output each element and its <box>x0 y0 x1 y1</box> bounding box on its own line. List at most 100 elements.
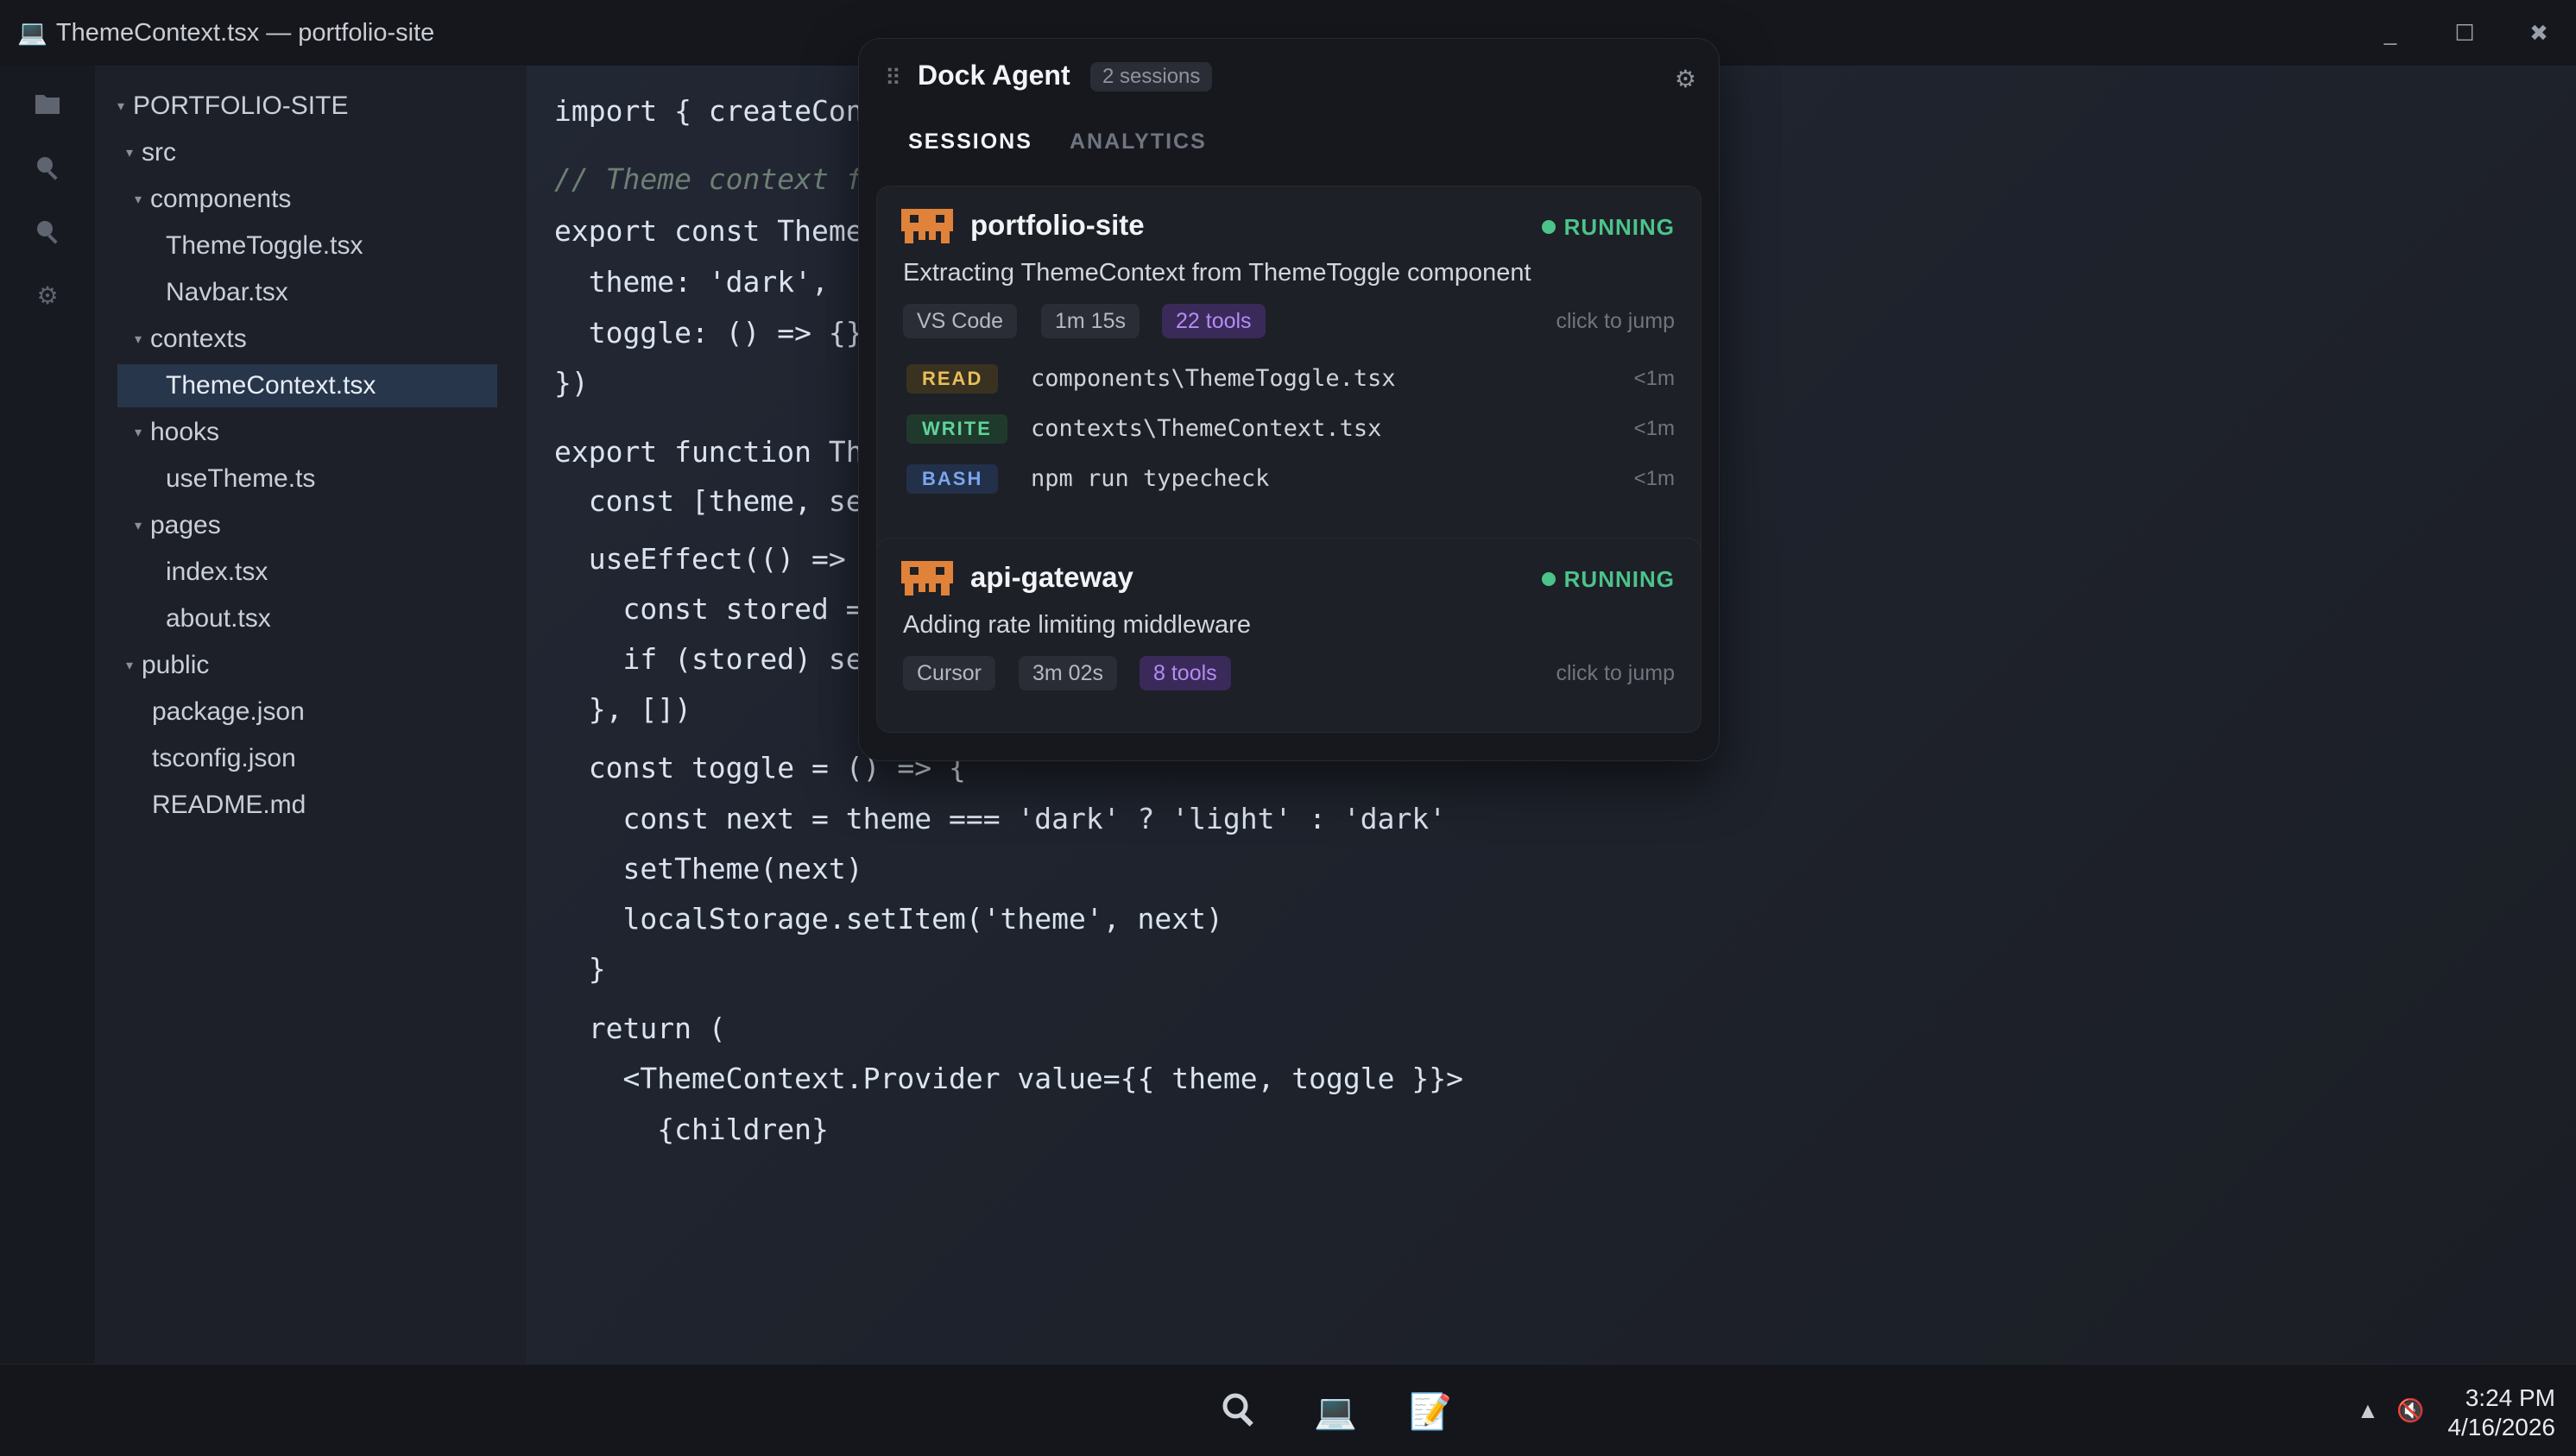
code-line: } <box>554 952 606 986</box>
duration-chip: 3m 02s <box>1019 656 1117 690</box>
tree-file-package-json[interactable]: package.json <box>152 690 305 734</box>
code-line: if (stored) se <box>554 642 863 676</box>
code-line: // Theme context f <box>554 162 863 196</box>
code-line: theme: 'dark', <box>554 265 829 299</box>
tab-analytics[interactable]: ANALYTICS <box>1070 115 1207 192</box>
terminal-icon: 💻 <box>17 19 47 46</box>
code-line: {children} <box>554 1112 829 1146</box>
session-task: Adding rate limiting middleware <box>903 611 1251 639</box>
tree-file-index[interactable]: index.tsx <box>166 551 268 594</box>
clock-date: 4/16/2026 <box>2447 1414 2555 1440</box>
session-task: Extracting ThemeContext from ThemeToggle… <box>903 259 1531 287</box>
close-button[interactable]: ✖ <box>2502 20 2576 47</box>
wifi-icon[interactable]: ▲ <box>2357 1397 2379 1424</box>
file-explorer: ▾ PORTFOLIO-SITE ▾ src ▾ components ThemeTo… <box>95 66 527 1364</box>
code-line: useEffect(() => <box>554 542 846 576</box>
tree-file-navbar[interactable]: Navbar.tsx <box>166 271 288 314</box>
code-line: return ( <box>554 1012 726 1045</box>
agent-mascot-icon <box>901 209 953 243</box>
tree-file-about[interactable]: about.tsx <box>166 597 271 640</box>
tree-folder-hooks[interactable]: ▾ hooks <box>135 411 219 454</box>
search-icon[interactable] <box>28 148 66 186</box>
tree-folder-public[interactable]: ▾ public <box>126 644 209 687</box>
gear-icon[interactable]: ⚙ <box>28 276 66 314</box>
session-project: api-gateway <box>970 561 1133 593</box>
editor-chip: VS Code <box>903 304 1018 338</box>
status-dot-icon <box>1541 220 1556 234</box>
code-line: const [theme, se <box>554 484 863 518</box>
log-path: components\ThemeToggle.tsx <box>1031 365 1396 392</box>
log-time: <1m <box>1633 417 1675 440</box>
chevron-down-icon: ▾ <box>126 146 134 161</box>
status-dot-icon <box>1541 572 1556 586</box>
files-icon[interactable] <box>28 85 66 123</box>
notepad-icon[interactable]: 📝 <box>1409 1390 1452 1434</box>
tab-sessions[interactable]: SESSIONS <box>888 115 1052 196</box>
tree-file-usetheme[interactable]: useTheme.ts <box>166 457 315 501</box>
code-line: export function Th <box>554 435 863 469</box>
tree-folder-pages[interactable]: ▾ pages <box>135 504 221 547</box>
code-line: const next = theme === 'dark' ? 'light' … <box>554 802 1447 835</box>
window-controls: _ ☐ ✖ <box>2353 0 2576 66</box>
log-row: WRITE contexts\ThemeContext.tsx <1m <box>906 413 1675 447</box>
chevron-down-icon: ▾ <box>117 99 125 115</box>
tree-file-tsconfig[interactable]: tsconfig.json <box>152 737 296 780</box>
speaker-muted-icon[interactable]: 🔇 <box>2396 1397 2424 1424</box>
duration-chip: 1m 15s <box>1041 304 1140 338</box>
code-line: }) <box>554 366 589 400</box>
code-line: setTheme(next) <box>554 852 863 886</box>
gear-icon[interactable]: ⚙ <box>1675 65 1696 93</box>
code-line: import { createCon <box>554 94 863 128</box>
tree-file-themecontext[interactable]: ThemeContext.tsx <box>117 364 497 407</box>
code-line: }, []) <box>554 692 691 726</box>
log-kind-badge: READ <box>906 364 999 394</box>
jump-link[interactable]: click to jump <box>1556 661 1675 686</box>
log-time: <1m <box>1633 367 1675 390</box>
taskbar: 💻 📝 ▲ 🔇 3:24 PM 4/16/2026 <box>0 1364 2576 1456</box>
clock-time: 3:24 PM <box>2465 1384 2555 1411</box>
log-time: <1m <box>1633 467 1675 490</box>
chevron-down-icon: ▾ <box>135 332 142 348</box>
tools-chip: 22 tools <box>1162 304 1266 338</box>
chevron-down-icon: ▾ <box>135 425 142 441</box>
chevron-down-icon: ▾ <box>126 659 134 674</box>
session-card[interactable]: portfolio-site RUNNING Extracting ThemeC… <box>876 186 1702 562</box>
dock-tabs: SESSIONS ANALYTICS <box>888 115 1691 196</box>
session-count-badge: 2 sessions <box>1090 62 1213 91</box>
tree-folder-contexts[interactable]: ▾ contexts <box>135 318 247 361</box>
editor-chip: Cursor <box>903 656 996 690</box>
session-project: portfolio-site <box>970 209 1145 241</box>
dock-agent-panel: ⠿ Dock Agent 2 sessions ⚙ SESSIONS ANALY… <box>858 38 1720 761</box>
tree-file-readme[interactable]: README.md <box>152 784 306 827</box>
search-icon[interactable] <box>28 212 66 250</box>
status-badge: RUNNING <box>1541 566 1675 593</box>
log-path: npm run typecheck <box>1031 465 1270 492</box>
log-path: contexts\ThemeContext.tsx <box>1031 415 1382 442</box>
tree-file-themetoggle[interactable]: ThemeToggle.tsx <box>166 224 363 268</box>
log-kind-badge: BASH <box>906 464 999 494</box>
code-line: localStorage.setItem('theme', next) <box>554 902 1223 936</box>
tools-chip: 8 tools <box>1140 656 1231 690</box>
tree-folder-src[interactable]: ▾ src <box>126 131 176 174</box>
chevron-down-icon: ▾ <box>135 192 142 208</box>
minimize-button[interactable]: _ <box>2353 20 2428 47</box>
status-badge: RUNNING <box>1541 214 1675 241</box>
agent-mascot-icon <box>901 561 953 596</box>
chevron-down-icon: ▾ <box>135 519 142 534</box>
search-icon[interactable] <box>1217 1390 1260 1434</box>
log-row: BASH npm run typecheck <1m <box>906 463 1675 497</box>
code-line: const stored = <box>554 592 863 626</box>
session-card[interactable]: api-gateway RUNNING Adding rate limiting… <box>876 538 1702 733</box>
jump-link[interactable]: click to jump <box>1556 309 1675 334</box>
dock-title: Dock Agent <box>918 60 1070 91</box>
maximize-button[interactable]: ☐ <box>2428 20 2502 47</box>
code-line: toggle: () => {} <box>554 316 863 350</box>
dock-header: ⠿ Dock Agent 2 sessions ⚙ <box>859 39 1719 118</box>
explorer-root[interactable]: ▾ PORTFOLIO-SITE <box>117 85 348 128</box>
tree-folder-components[interactable]: ▾ components <box>135 178 291 221</box>
drag-handle-icon[interactable]: ⠿ <box>885 65 901 91</box>
terminal-icon[interactable]: 💻 <box>1314 1390 1357 1434</box>
code-line: export const Theme <box>554 214 863 248</box>
system-clock[interactable]: 3:24 PM 4/16/2026 <box>2447 1384 2555 1442</box>
log-row: READ components\ThemeToggle.tsx <1m <box>906 362 1675 397</box>
